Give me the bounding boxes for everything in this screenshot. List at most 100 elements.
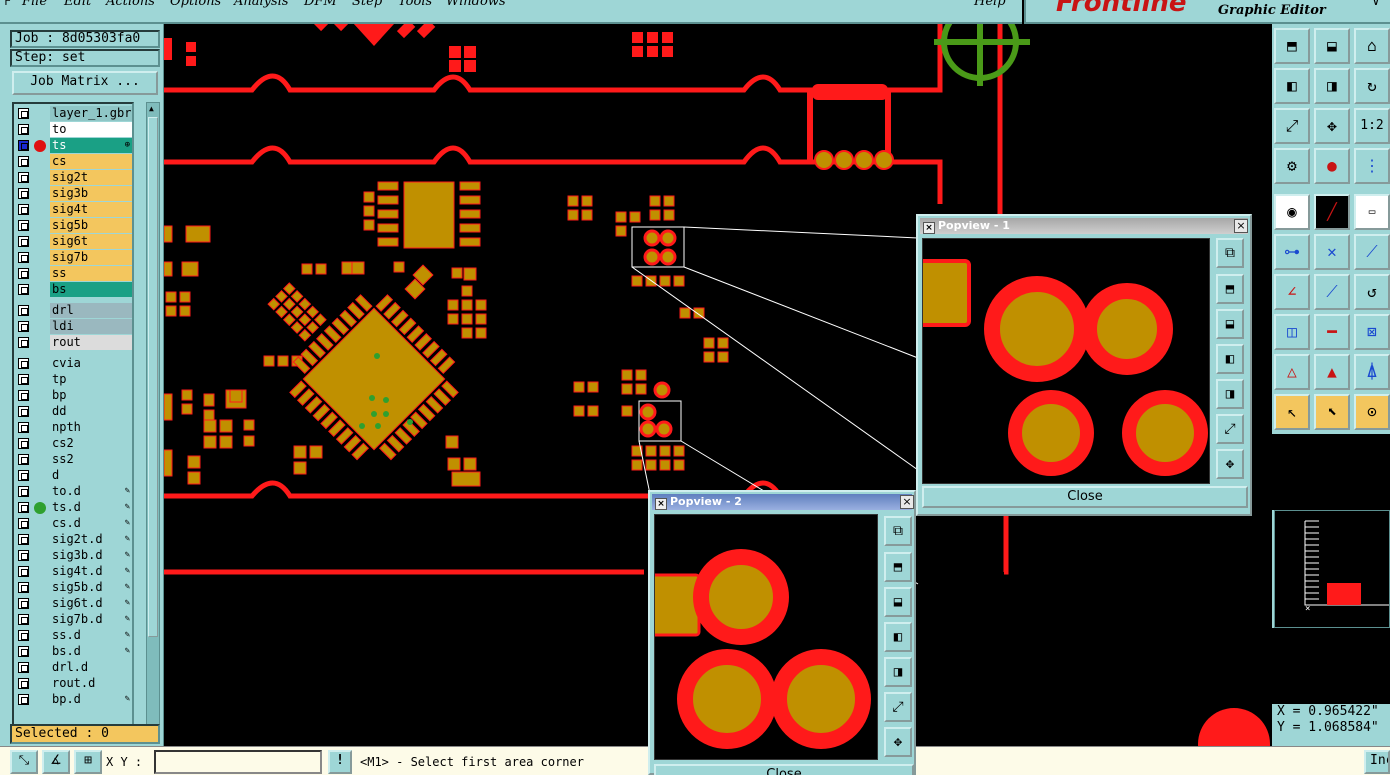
menu-dfm[interactable]: DFM xyxy=(304,0,337,9)
xy-input[interactable] xyxy=(154,750,322,774)
layer-name[interactable]: cs xyxy=(50,154,132,169)
layer-checkbox[interactable] xyxy=(18,598,29,609)
layer-name[interactable]: sig4t xyxy=(50,202,132,217)
layer-row[interactable]: cvia xyxy=(14,356,132,371)
layer-name[interactable]: drl xyxy=(50,303,132,318)
layer-checkbox[interactable] xyxy=(18,678,29,689)
increment-button[interactable]: Inc xyxy=(1364,750,1390,774)
layer-row[interactable]: ts.d ✎ xyxy=(14,500,132,515)
layer-checkbox[interactable] xyxy=(18,252,29,263)
layer-checkbox[interactable] xyxy=(18,550,29,561)
layer-checkbox[interactable] xyxy=(18,204,29,215)
layer-row[interactable]: rout.d xyxy=(14,676,132,691)
popview-1-view[interactable] xyxy=(922,238,1210,484)
layer-checkbox[interactable] xyxy=(18,566,29,577)
layer-row[interactable]: ldi xyxy=(14,319,132,334)
menu-edit[interactable]: Edit xyxy=(64,0,91,9)
layer-name[interactable]: sig5b.d xyxy=(50,580,132,595)
move-up-icon[interactable]: ⬒ xyxy=(1274,28,1310,64)
angle-icon[interactable]: ∠ xyxy=(1274,274,1310,310)
menu-step[interactable]: Step xyxy=(352,0,382,9)
menu-file[interactable]: File xyxy=(22,0,47,9)
layer-checkbox[interactable] xyxy=(18,108,29,119)
triangle-measure-icon[interactable]: △ xyxy=(1274,354,1310,390)
pv2-zoom-window-icon[interactable]: ⧉ xyxy=(884,516,912,546)
layer-checkbox[interactable] xyxy=(18,124,29,135)
cross-icon[interactable]: ✕ xyxy=(1314,234,1350,270)
layer-row[interactable]: dd xyxy=(14,404,132,419)
popview-2-window[interactable]: × Popview - 2 × ⧉ ⬒ ⬓ ◧ ◨ ⤢ ✥ Close xyxy=(648,490,916,775)
layer-checkbox[interactable] xyxy=(18,358,29,369)
pv1-down-icon[interactable]: ⬓ xyxy=(1216,309,1244,339)
layer-row[interactable]: sig6t xyxy=(14,234,132,249)
popview-2-view[interactable] xyxy=(654,514,878,760)
layer-name[interactable]: bp.d xyxy=(50,692,132,707)
layer-name[interactable]: ts xyxy=(50,138,132,153)
layer-name[interactable]: ss xyxy=(50,266,132,281)
angle-snap-icon[interactable]: ∡ xyxy=(42,750,70,774)
layer-checkbox[interactable] xyxy=(18,470,29,481)
layer-name[interactable]: bs.d xyxy=(50,644,132,659)
menu-tools[interactable]: Tools xyxy=(398,0,432,9)
pv2-right-icon[interactable]: ◨ xyxy=(884,657,912,687)
pv2-down-icon[interactable]: ⬓ xyxy=(884,587,912,617)
layer-row[interactable]: ss2 xyxy=(14,452,132,467)
layer-name[interactable]: ss.d xyxy=(50,628,132,643)
layer-name[interactable]: cs2 xyxy=(50,436,132,451)
pv1-right-icon[interactable]: ◨ xyxy=(1216,379,1244,409)
layer-checkbox[interactable] xyxy=(18,486,29,497)
layer-checkbox[interactable] xyxy=(18,284,29,295)
layer-row[interactable]: sig2t xyxy=(14,170,132,185)
settings-icon[interactable]: ⚙ xyxy=(1274,148,1310,184)
menu-windows[interactable]: Windows xyxy=(446,0,506,9)
popview-1-titlebar[interactable]: × Popview - 1 xyxy=(920,218,1248,234)
layer-name[interactable]: sig3b.d xyxy=(50,548,132,563)
triangle-up-icon[interactable]: ▲ xyxy=(1314,354,1350,390)
layer-checkbox[interactable] xyxy=(18,140,29,151)
layer-name[interactable]: to.d xyxy=(50,484,132,499)
pv2-left-icon[interactable]: ◧ xyxy=(884,622,912,652)
layer-row[interactable]: ts ⊕ xyxy=(14,138,132,153)
layer-name[interactable]: layer_1.gbr xyxy=(50,106,132,121)
pad-edit-icon[interactable]: ◫ xyxy=(1274,314,1310,350)
pointer-box-icon[interactable]: ⬉ xyxy=(1314,394,1350,430)
layer-row[interactable]: rout xyxy=(14,335,132,350)
triangle-base-icon[interactable]: ⍋ xyxy=(1354,354,1390,390)
layer-name[interactable]: sig4t.d xyxy=(50,564,132,579)
layer-name[interactable]: bp xyxy=(50,388,132,403)
menu-help[interactable]: Help xyxy=(974,0,1006,9)
layer-row[interactable]: bp.d ✎ xyxy=(14,692,132,707)
arc-icon[interactable]: ↺ xyxy=(1354,274,1390,310)
layer-name[interactable]: sig5b xyxy=(50,218,132,233)
layer-name[interactable]: sig6t.d xyxy=(50,596,132,611)
grid-icon[interactable]: ⊞ xyxy=(74,750,102,774)
connect-icon[interactable]: ⊶ xyxy=(1274,234,1310,270)
layer-name[interactable]: sig2t xyxy=(50,170,132,185)
probe-icon[interactable]: ● xyxy=(1314,148,1350,184)
layer-row[interactable]: sig7b.d ✎ xyxy=(14,612,132,627)
layer-name[interactable]: rout xyxy=(50,335,132,350)
layer-checkbox[interactable] xyxy=(18,502,29,513)
layer-checkbox[interactable] xyxy=(18,337,29,348)
popview-2-close-button[interactable]: Close xyxy=(654,764,914,775)
layer-row[interactable]: bs xyxy=(14,282,132,297)
layer-row[interactable]: drl xyxy=(14,303,132,318)
ruler-icon[interactable]: ▭ xyxy=(1354,194,1390,230)
layer-checkbox[interactable] xyxy=(18,454,29,465)
layer-name[interactable]: sig7b.d xyxy=(50,612,132,627)
diagonal-icon[interactable]: ⟋ xyxy=(1314,274,1350,310)
pv2-center-icon[interactable]: ✥ xyxy=(884,727,912,757)
pv1-up-icon[interactable]: ⬒ xyxy=(1216,274,1244,304)
layer-checkbox[interactable] xyxy=(18,374,29,385)
layer-row[interactable]: cs.d ✎ xyxy=(14,516,132,531)
layer-checkbox[interactable] xyxy=(18,438,29,449)
layer-checkbox[interactable] xyxy=(18,422,29,433)
layer-checkbox[interactable] xyxy=(18,321,29,332)
layer-checkbox[interactable] xyxy=(18,172,29,183)
pan-left-icon[interactable]: ◧ xyxy=(1274,68,1310,104)
layer-checkbox[interactable] xyxy=(18,305,29,316)
menu-actions[interactable]: Actions xyxy=(106,0,155,9)
layer-row[interactable]: sig4t xyxy=(14,202,132,217)
layer-checkbox[interactable] xyxy=(18,406,29,417)
layer-name[interactable]: sig7b xyxy=(50,250,132,265)
